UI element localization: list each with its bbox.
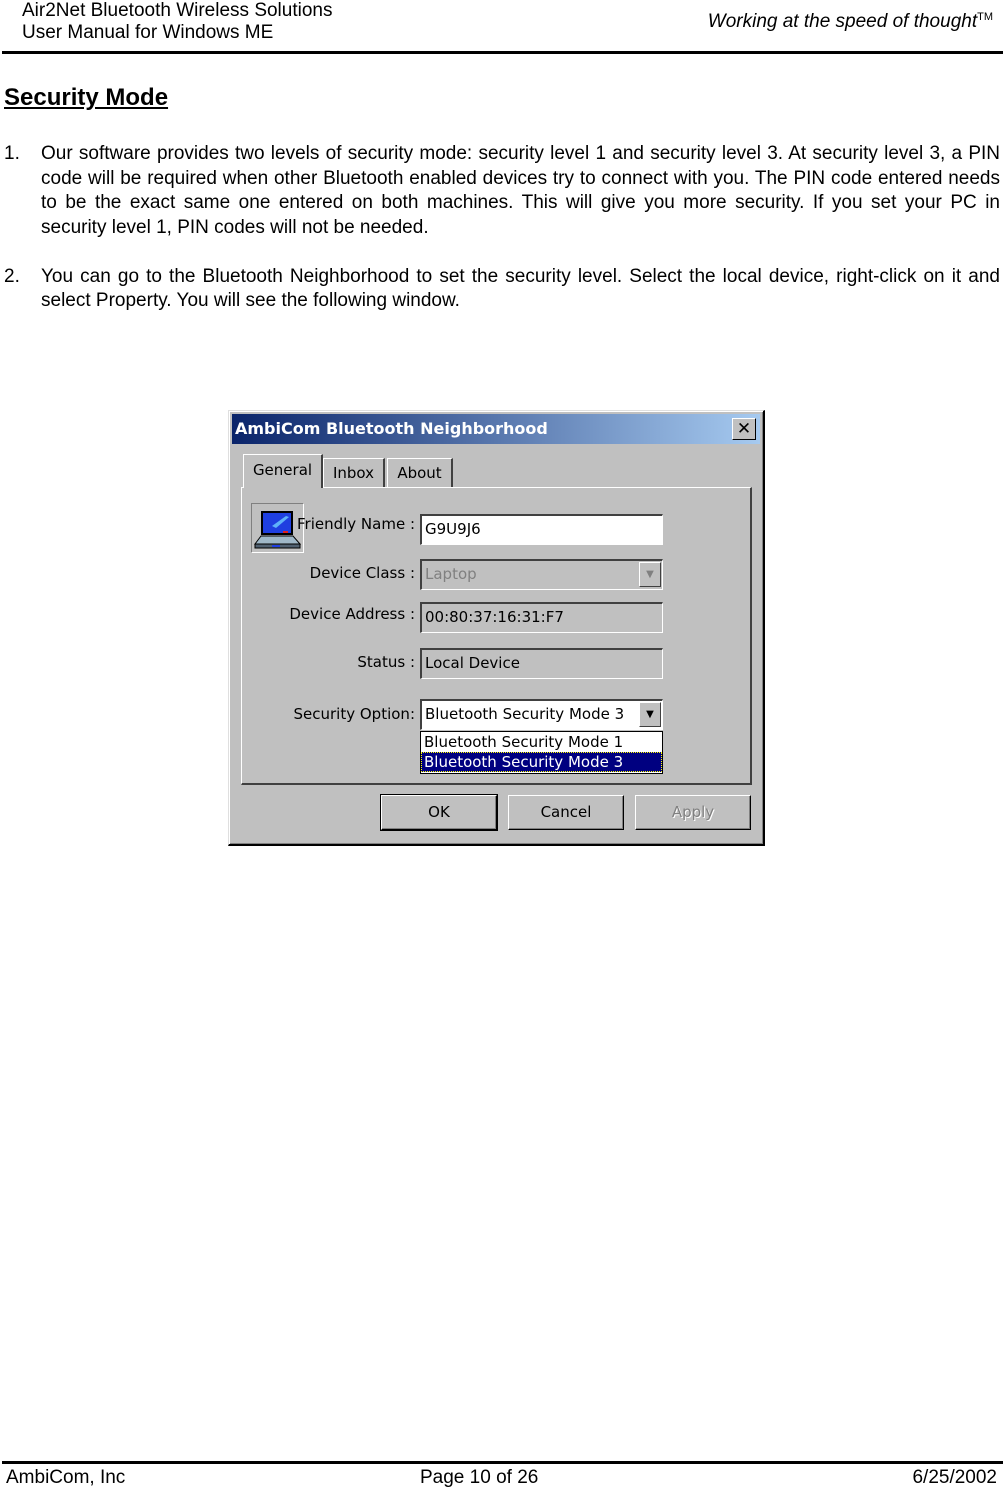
chevron-down-icon: ▼ bbox=[639, 562, 661, 587]
close-icon: ✕ bbox=[736, 419, 752, 439]
header-manual-title: User Manual for Windows ME bbox=[22, 22, 274, 43]
step-text: You can go to the Bluetooth Neighborhood… bbox=[41, 265, 1000, 312]
step-item: 2. You can go to the Bluetooth Neighborh… bbox=[4, 265, 1000, 314]
footer-date: 6/25/2002 bbox=[912, 1467, 997, 1488]
cancel-button[interactable]: Cancel bbox=[508, 795, 624, 830]
step-number: 2. bbox=[4, 265, 20, 287]
device-address-field: 00:80:37:16:31:F7 bbox=[420, 602, 663, 633]
chevron-down-icon[interactable]: ▼ bbox=[639, 702, 661, 727]
friendly-name-label: Friendly Name : bbox=[296, 515, 415, 533]
device-class-value: Laptop bbox=[425, 565, 477, 583]
friendly-name-input[interactable]: G9U9J6 bbox=[420, 514, 663, 545]
security-option-dropdown-list: Bluetooth Security Mode 1 Bluetooth Secu… bbox=[420, 731, 663, 774]
steps-list: 1. Our software provides two levels of s… bbox=[4, 142, 1000, 338]
security-option-mode-3[interactable]: Bluetooth Security Mode 3 bbox=[421, 752, 662, 772]
status-field: Local Device bbox=[420, 648, 663, 679]
tab-inbox[interactable]: Inbox bbox=[323, 458, 385, 487]
step-text: Our software provides two levels of secu… bbox=[41, 143, 1000, 238]
dialog-titlebar: AmbiCom Bluetooth Neighborhood ✕ bbox=[232, 414, 760, 444]
apply-button[interactable]: Apply bbox=[635, 795, 751, 830]
footer-company: AmbiCom, Inc bbox=[6, 1467, 126, 1488]
dialog-title: AmbiCom Bluetooth Neighborhood bbox=[235, 419, 548, 438]
trademark-mark: TM bbox=[977, 11, 993, 23]
footer-divider bbox=[2, 1461, 1003, 1464]
status-label: Status : bbox=[357, 653, 415, 671]
security-option-mode-1[interactable]: Bluetooth Security Mode 1 bbox=[421, 732, 662, 752]
document-header: Air2Net Bluetooth Wireless Solutions Use… bbox=[22, 0, 332, 44]
step-item: 1. Our software provides two levels of s… bbox=[4, 142, 1000, 240]
device-address-label: Device Address : bbox=[289, 605, 415, 623]
security-option-label: Security Option: bbox=[293, 705, 415, 723]
close-button[interactable]: ✕ bbox=[732, 418, 756, 440]
device-class-label: Device Class : bbox=[309, 564, 415, 582]
header-product-title: Air2Net Bluetooth Wireless Solutions bbox=[22, 0, 333, 21]
tagline-text: Working at the speed of thought bbox=[707, 11, 978, 32]
header-tagline: Working at the speed of thoughtTM bbox=[708, 11, 993, 33]
security-option-value: Bluetooth Security Mode 3 bbox=[425, 705, 625, 723]
tab-general[interactable]: General bbox=[243, 454, 323, 488]
footer-page-number: Page 10 of 26 bbox=[420, 1467, 539, 1488]
security-option-select[interactable]: Bluetooth Security Mode 3 ▼ bbox=[420, 699, 663, 730]
tab-about[interactable]: About bbox=[387, 458, 453, 487]
section-title: Security Mode bbox=[4, 84, 169, 111]
ok-button[interactable]: OK bbox=[380, 794, 498, 831]
device-class-select[interactable]: Laptop ▼ bbox=[420, 559, 663, 590]
header-divider bbox=[2, 51, 1003, 54]
step-number: 1. bbox=[4, 143, 20, 164]
